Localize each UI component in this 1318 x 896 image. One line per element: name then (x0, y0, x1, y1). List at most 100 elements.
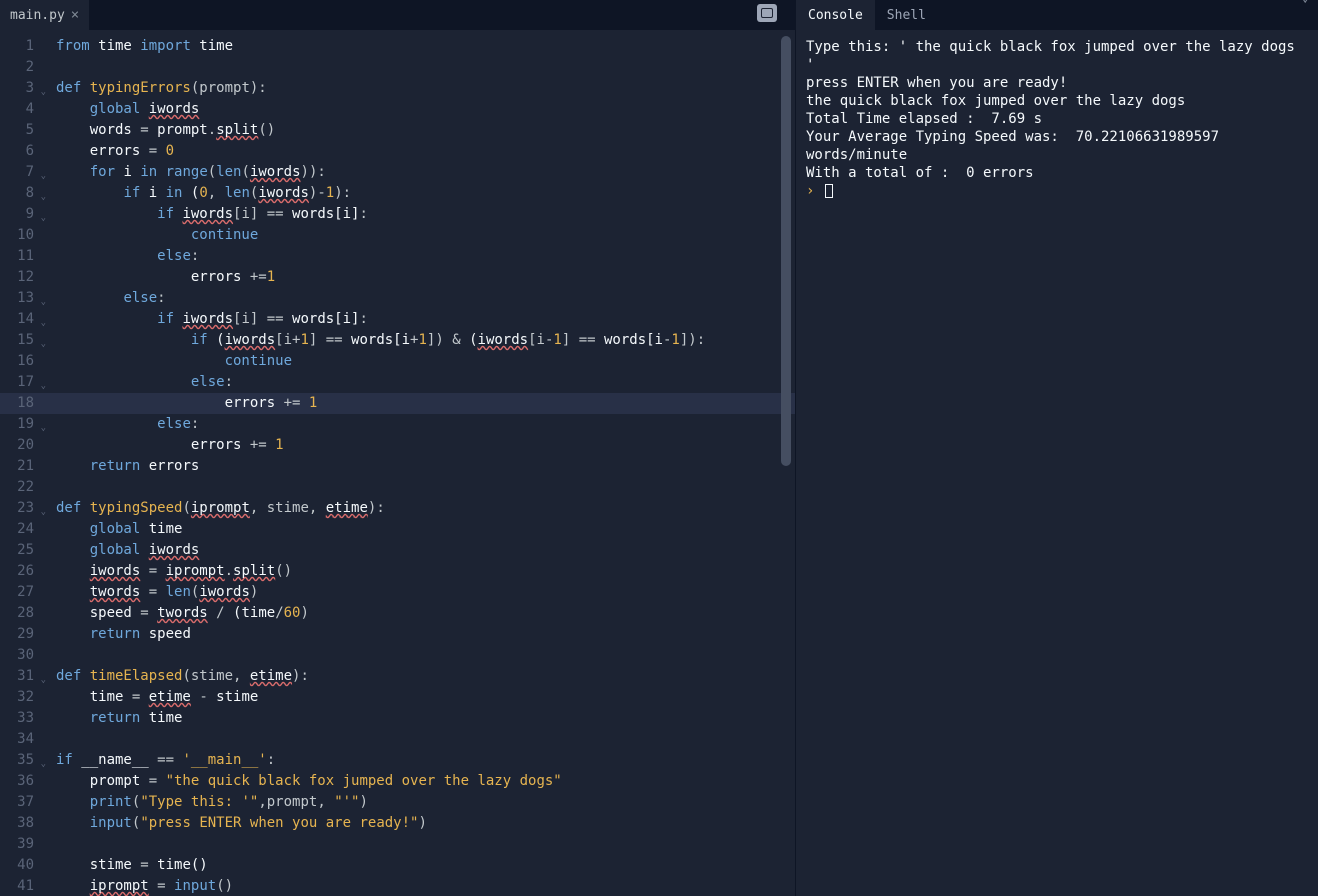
code-line[interactable]: time = etime - stime (48, 687, 795, 708)
code-line[interactable]: global time (48, 519, 795, 540)
console-line: Your Average Typing Speed was: 70.221066… (806, 128, 1308, 164)
code-line[interactable]: iprompt = input() (48, 876, 795, 896)
line-number: 1 (0, 36, 48, 57)
cursor (825, 184, 833, 198)
tab-console[interactable]: Console (796, 0, 875, 30)
code-line[interactable] (48, 729, 795, 750)
editor-pane: main.py × 123⌄4567⌄8⌄9⌄10111213⌄14⌄15⌄16… (0, 0, 795, 896)
code-line[interactable]: if i in (0, len(iwords)-1): (48, 183, 795, 204)
line-number: 30 (0, 645, 48, 666)
line-number: 28 (0, 603, 48, 624)
line-number: 20 (0, 435, 48, 456)
line-number: 26 (0, 561, 48, 582)
chevron-down-icon[interactable]: ⌄ (1300, 0, 1310, 5)
code-line[interactable]: def typingSpeed(iprompt, stime, etime): (48, 498, 795, 519)
code-line[interactable] (48, 477, 795, 498)
code-line[interactable]: global iwords (48, 540, 795, 561)
line-number: 5 (0, 120, 48, 141)
console-line: the quick black fox jumped over the lazy… (806, 92, 1308, 110)
line-number: 13⌄ (0, 288, 48, 309)
code-line[interactable]: else: (48, 372, 795, 393)
code-line[interactable] (48, 57, 795, 78)
line-number: 6 (0, 141, 48, 162)
code-line[interactable]: speed = twords / (time/60) (48, 603, 795, 624)
console-tab-bar: ⌄ Console Shell (796, 0, 1318, 30)
code-line[interactable]: return speed (48, 624, 795, 645)
console-line: press ENTER when you are ready! (806, 74, 1308, 92)
console-line: With a total of : 0 errors (806, 164, 1308, 182)
code-line[interactable]: errors += 1 (48, 393, 795, 414)
console-output[interactable]: Type this: ' the quick black fox jumped … (796, 30, 1318, 896)
code-line[interactable]: continue (48, 225, 795, 246)
code-line[interactable]: for i in range(len(iwords)): (48, 162, 795, 183)
code-line[interactable]: if iwords[i] == words[i]: (48, 204, 795, 225)
console-line: Type this: ' the quick black fox jumped … (806, 38, 1308, 74)
code-line[interactable]: prompt = "the quick black fox jumped ove… (48, 771, 795, 792)
line-number: 9⌄ (0, 204, 48, 225)
code-line[interactable]: if (iwords[i+1] == words[i+1]) & (iwords… (48, 330, 795, 351)
code-line[interactable] (48, 645, 795, 666)
editor-tab-bar: main.py × (0, 0, 795, 30)
code-line[interactable]: twords = len(iwords) (48, 582, 795, 603)
code-line[interactable]: iwords = iprompt.split() (48, 561, 795, 582)
line-number: 32 (0, 687, 48, 708)
line-number: 31⌄ (0, 666, 48, 687)
tab-shell[interactable]: Shell (875, 0, 938, 30)
editor-tab-main[interactable]: main.py × (0, 0, 90, 30)
code-line[interactable]: else: (48, 288, 795, 309)
line-number: 23⌄ (0, 498, 48, 519)
line-number: 24 (0, 519, 48, 540)
line-number: 10 (0, 225, 48, 246)
console-prompt[interactable]: › (806, 182, 1308, 200)
line-number: 18 (0, 393, 48, 414)
line-number: 39 (0, 834, 48, 855)
code-line[interactable]: def timeElapsed(stime, etime): (48, 666, 795, 687)
code-line[interactable]: stime = time() (48, 855, 795, 876)
code-line[interactable]: input("press ENTER when you are ready!") (48, 813, 795, 834)
code-line[interactable] (48, 834, 795, 855)
prompt-arrow-icon: › (806, 183, 814, 199)
code-line[interactable]: global iwords (48, 99, 795, 120)
code-editor[interactable]: 123⌄4567⌄8⌄9⌄10111213⌄14⌄15⌄1617⌄1819⌄20… (0, 30, 795, 896)
tab-label: main.py (10, 8, 65, 23)
code-content[interactable]: from time import time def typingErrors(pr… (48, 30, 795, 896)
code-line[interactable]: if iwords[i] == words[i]: (48, 309, 795, 330)
line-number: 35⌄ (0, 750, 48, 771)
line-number: 17⌄ (0, 372, 48, 393)
line-number: 4 (0, 99, 48, 120)
line-number: 11 (0, 246, 48, 267)
line-number: 36 (0, 771, 48, 792)
code-line[interactable]: def typingErrors(prompt): (48, 78, 795, 99)
code-line[interactable]: errors +=1 (48, 267, 795, 288)
line-number: 7⌄ (0, 162, 48, 183)
line-number: 40 (0, 855, 48, 876)
console-line: Total Time elapsed : 7.69 s (806, 110, 1308, 128)
scrollbar-thumb[interactable] (781, 36, 791, 466)
code-line[interactable]: return errors (48, 456, 795, 477)
close-icon[interactable]: × (71, 7, 79, 23)
code-line[interactable]: words = prompt.split() (48, 120, 795, 141)
code-line[interactable]: if __name__ == '__main__': (48, 750, 795, 771)
code-line[interactable]: continue (48, 351, 795, 372)
vertical-scrollbar[interactable] (781, 30, 791, 896)
console-pane: ⌄ Console Shell Type this: ' the quick b… (795, 0, 1318, 896)
code-line[interactable]: return time (48, 708, 795, 729)
line-number: 33 (0, 708, 48, 729)
line-number: 3⌄ (0, 78, 48, 99)
line-number: 29 (0, 624, 48, 645)
code-line[interactable]: else: (48, 246, 795, 267)
split-view-icon[interactable] (757, 4, 777, 22)
line-number: 25 (0, 540, 48, 561)
line-number: 38 (0, 813, 48, 834)
line-number: 14⌄ (0, 309, 48, 330)
code-line[interactable]: errors += 1 (48, 435, 795, 456)
code-line[interactable]: errors = 0 (48, 141, 795, 162)
line-number: 15⌄ (0, 330, 48, 351)
code-line[interactable]: else: (48, 414, 795, 435)
code-line[interactable]: print("Type this: '",prompt, "'") (48, 792, 795, 813)
code-line[interactable]: from time import time (48, 36, 795, 57)
line-number: 2 (0, 57, 48, 78)
line-number: 16 (0, 351, 48, 372)
line-number: 21 (0, 456, 48, 477)
line-number: 8⌄ (0, 183, 48, 204)
